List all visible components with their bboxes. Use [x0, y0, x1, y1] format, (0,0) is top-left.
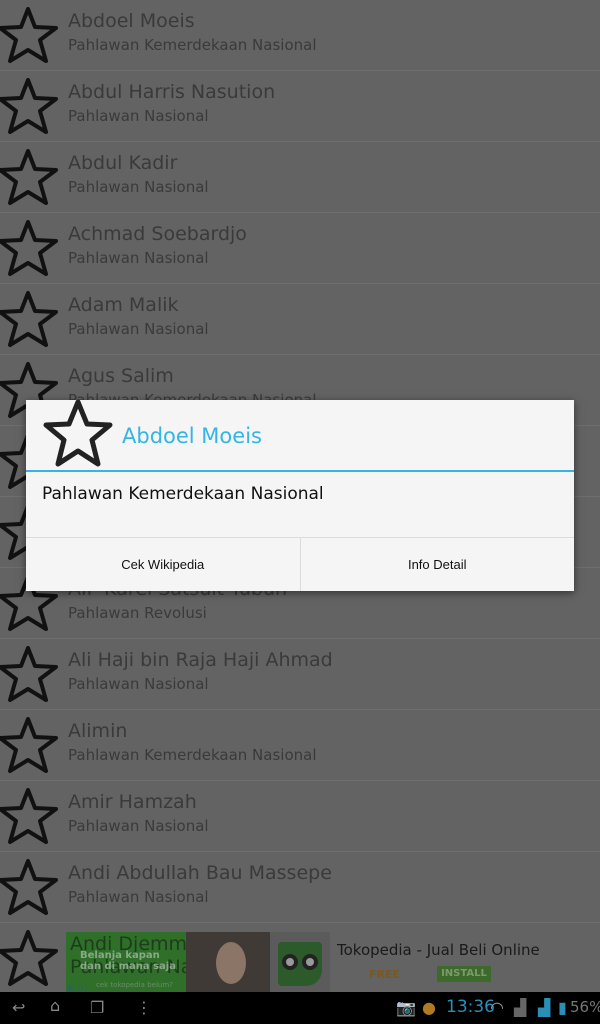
ad-image[interactable]: Andi Djemma Pahlawan Nasional Belanja ka…: [66, 932, 270, 992]
list-item[interactable]: Abdul Kadir Pahlawan Nasional: [0, 142, 600, 213]
star-icon: [43, 399, 113, 467]
star-icon[interactable]: [0, 787, 60, 847]
list-item-title: Abdoel Moeis: [68, 10, 195, 32]
cek-wikipedia-button[interactable]: Cek Wikipedia: [26, 538, 300, 591]
list-item[interactable]: Achmad Soebardjo Pahlawan Nasional: [0, 213, 600, 284]
ad-banner[interactable]: Andi Djemma Pahlawan Nasional Belanja ka…: [66, 932, 600, 992]
list-item-subtitle: Pahlawan Nasional: [68, 178, 209, 196]
tokopedia-logo: [270, 932, 330, 992]
hero-dialog: Abdoel Moeis Pahlawan Kemerdekaan Nasion…: [26, 399, 575, 591]
star-icon[interactable]: [0, 929, 60, 989]
battery-icon: ▮: [558, 998, 567, 1017]
list-item[interactable]: Ali Haji bin Raja Haji Ahmad Pahlawan Nas…: [0, 639, 600, 710]
list-item-subtitle: Pahlawan Nasional: [68, 817, 209, 835]
star-icon[interactable]: [0, 219, 60, 279]
signal-strength-icon: ▟: [538, 998, 551, 1017]
recent-apps-icon[interactable]: ❐: [90, 998, 104, 1017]
star-icon[interactable]: [0, 148, 60, 208]
install-button[interactable]: INSTALL: [437, 966, 491, 982]
list-item-subtitle: Pahlawan Nasional: [68, 107, 209, 125]
star-icon[interactable]: [0, 716, 60, 776]
ad-price: FREE: [369, 968, 401, 981]
star-icon[interactable]: [0, 77, 60, 137]
ad-banner-subtext: cek tokopedia belum?: [96, 981, 173, 989]
info-detail-button[interactable]: Info Detail: [299, 538, 575, 591]
list-item-subtitle: Pahlawan Nasional: [68, 249, 209, 267]
list-item[interactable]: Adam Malik Pahlawan Nasional: [0, 284, 600, 355]
star-icon[interactable]: [0, 858, 60, 918]
list-item-subtitle: Pahlawan Nasional: [68, 888, 209, 906]
list-item-title: Amir Hamzah: [68, 791, 197, 813]
list-item-subtitle: Pahlawan Nasional: [68, 320, 209, 338]
list-item-title: Andi Abdullah Bau Massepe: [68, 862, 332, 884]
ad-banner-text: Belanja kapan dan di mana saja: [80, 950, 176, 972]
home-icon[interactable]: ⌂: [50, 996, 60, 1015]
menu-icon[interactable]: ⋮: [136, 998, 152, 1017]
back-icon[interactable]: ↩: [12, 998, 25, 1017]
list-item[interactable]: Abdoel Moeis Pahlawan Kemerdekaan Nasiona…: [0, 0, 600, 71]
list-item-title: Agus Salim: [68, 365, 174, 387]
dialog-title: Abdoel Moeis: [122, 424, 262, 448]
app-notification-icon: ●: [422, 998, 436, 1017]
list-item-subtitle: Pahlawan Kemerdekaan Nasional: [68, 746, 317, 764]
list-item[interactable]: Abdul Harris Nasution Pahlawan Nasional: [0, 71, 600, 142]
wifi-icon: ◠: [490, 998, 504, 1017]
star-icon[interactable]: [0, 645, 60, 705]
ad-photo: [186, 932, 270, 992]
list-item-title: Adam Malik: [68, 294, 179, 316]
dialog-message: Pahlawan Kemerdekaan Nasional: [42, 484, 324, 504]
list-item-subtitle: Pahlawan Revolusi: [68, 604, 207, 622]
list-item[interactable]: Alimin Pahlawan Kemerdekaan Nasional: [0, 710, 600, 781]
list-item-title: Abdul Kadir: [68, 152, 178, 174]
system-bar: ↩ ⌂ ❐ ⋮ 📷 ● 13:36 ◠ ▟ ▟ ▮ 56%: [0, 992, 600, 1024]
list-item[interactable]: Andi Abdullah Bau Massepe Pahlawan Nasion…: [0, 852, 600, 923]
star-icon[interactable]: [0, 6, 60, 66]
list-item-title: Abdul Harris Nasution: [68, 81, 276, 103]
list-item-subtitle: Pahlawan Kemerdekaan Nasional: [68, 36, 317, 54]
signal-icon: ▟: [514, 998, 527, 1017]
dialog-divider: [26, 470, 574, 472]
list-item-title: Alimin: [68, 720, 128, 742]
ad-close-icon[interactable]: ✕ ⓘ: [66, 980, 88, 992]
list-item-title: Achmad Soebardjo: [68, 223, 247, 245]
list-item[interactable]: Amir Hamzah Pahlawan Nasional: [0, 781, 600, 852]
list-item-title: Ali Haji bin Raja Haji Ahmad: [68, 649, 333, 671]
star-icon[interactable]: [0, 290, 60, 350]
camera-icon: 📷: [396, 998, 416, 1017]
list-item-subtitle: Pahlawan Nasional: [68, 675, 209, 693]
clock: 13:36: [446, 997, 495, 1017]
battery-level: 56%: [570, 998, 600, 1016]
ad-title[interactable]: Tokopedia - Jual Beli Online: [337, 941, 540, 959]
